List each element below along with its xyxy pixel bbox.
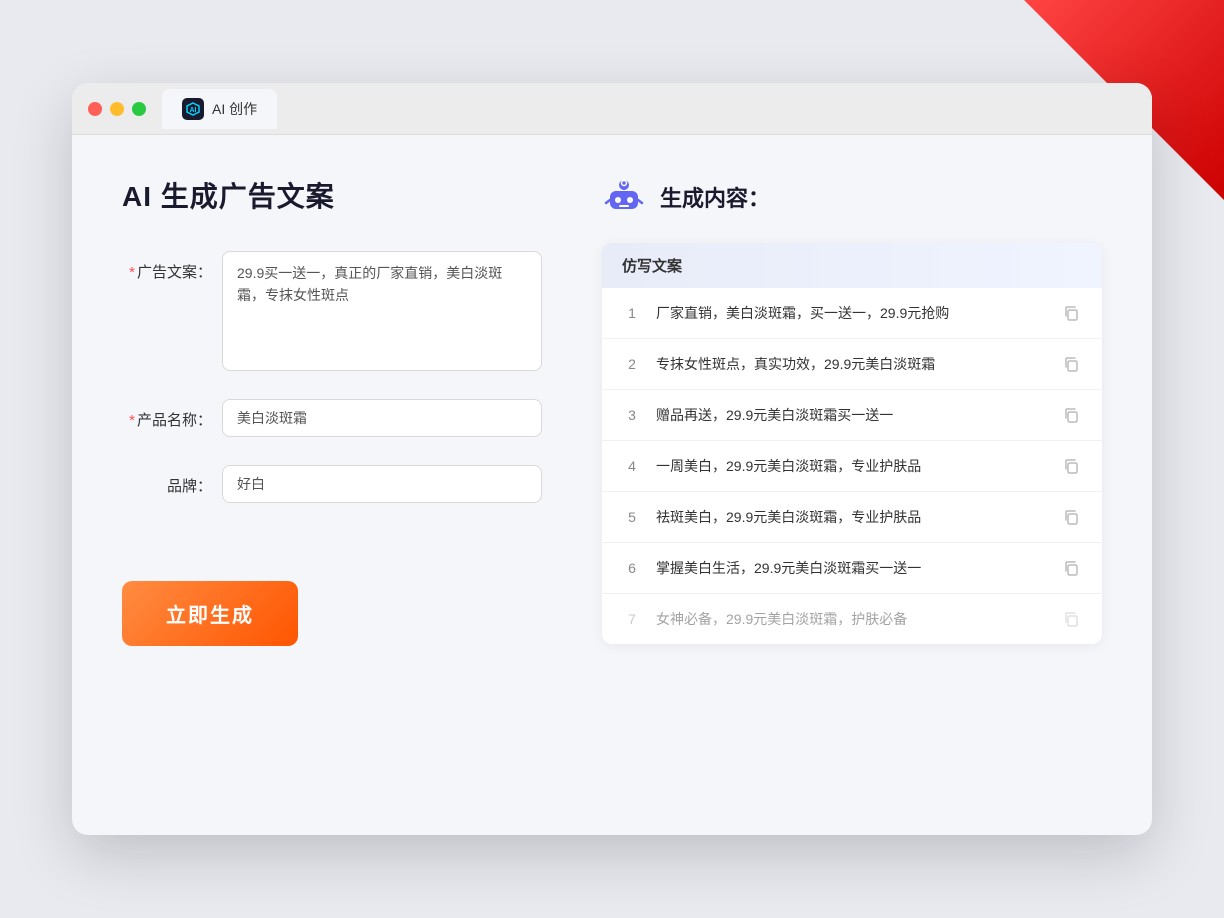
ad-copy-label: *广告文案：: [122, 251, 212, 282]
ai-creation-tab[interactable]: AI AI 创作: [162, 89, 277, 129]
row-number: 3: [622, 407, 642, 423]
tab-label: AI 创作: [212, 99, 257, 119]
row-text: 女神必备，29.9元美白淡斑霜，护肤必备: [656, 609, 1046, 630]
copy-icon[interactable]: [1060, 404, 1082, 426]
row-text: 掌握美白生活，29.9元美白淡斑霜买一送一: [656, 558, 1046, 579]
copy-icon[interactable]: [1060, 608, 1082, 630]
row-text: 专抹女性斑点，真实功效，29.9元美白淡斑霜: [656, 354, 1046, 375]
ad-copy-required: *: [129, 264, 135, 281]
result-table-header: 仿写文案: [602, 243, 1102, 288]
row-text: 祛斑美白，29.9元美白淡斑霜，专业护肤品: [656, 507, 1046, 528]
right-panel: 生成内容： 仿写文案 1 厂家直销，美白淡斑霜，买一送一，29.9元抢购 2 专…: [602, 175, 1102, 785]
copy-icon[interactable]: [1060, 506, 1082, 528]
row-number: 2: [622, 356, 642, 372]
row-number: 1: [622, 305, 642, 321]
result-row: 4 一周美白，29.9元美白淡斑霜，专业护肤品: [602, 441, 1102, 492]
close-button[interactable]: [88, 102, 102, 116]
ad-copy-group: *广告文案： 29.9买一送一，真正的厂家直销，美白淡斑霜，专抹女性斑点: [122, 251, 542, 371]
ad-copy-textarea[interactable]: 29.9买一送一，真正的厂家直销，美白淡斑霜，专抹女性斑点: [222, 251, 542, 371]
copy-icon[interactable]: [1060, 302, 1082, 324]
maximize-button[interactable]: [132, 102, 146, 116]
result-row: 1 厂家直销，美白淡斑霜，买一送一，29.9元抢购: [602, 288, 1102, 339]
svg-text:AI: AI: [190, 107, 197, 114]
product-name-label: *产品名称：: [122, 399, 212, 430]
product-name-input[interactable]: 美白淡斑霜: [222, 399, 542, 437]
brand-group: 品牌： 好白: [122, 465, 542, 503]
result-title: 生成内容：: [660, 181, 770, 213]
result-table: 仿写文案 1 厂家直销，美白淡斑霜，买一送一，29.9元抢购 2 专抹女性斑点，…: [602, 243, 1102, 644]
browser-content: AI 生成广告文案 *广告文案： 29.9买一送一，真正的厂家直销，美白淡斑霜，…: [72, 135, 1152, 835]
traffic-lights: [88, 102, 146, 116]
generate-button[interactable]: 立即生成: [122, 581, 298, 646]
result-rows-container: 1 厂家直销，美白淡斑霜，买一送一，29.9元抢购 2 专抹女性斑点，真实功效，…: [602, 288, 1102, 644]
page-title: AI 生成广告文案: [122, 175, 542, 215]
copy-icon[interactable]: [1060, 455, 1082, 477]
row-text: 赠品再送，29.9元美白淡斑霜买一送一: [656, 405, 1046, 426]
brand-input[interactable]: 好白: [222, 465, 542, 503]
left-panel: AI 生成广告文案 *广告文案： 29.9买一送一，真正的厂家直销，美白淡斑霜，…: [122, 175, 542, 785]
result-row: 6 掌握美白生活，29.9元美白淡斑霜买一送一: [602, 543, 1102, 594]
result-row: 2 专抹女性斑点，真实功效，29.9元美白淡斑霜: [602, 339, 1102, 390]
result-header: 生成内容：: [602, 175, 1102, 219]
row-text: 一周美白，29.9元美白淡斑霜，专业护肤品: [656, 456, 1046, 477]
product-name-group: *产品名称： 美白淡斑霜: [122, 399, 542, 437]
copy-icon[interactable]: [1060, 353, 1082, 375]
browser-titlebar: AI AI 创作: [72, 83, 1152, 135]
minimize-button[interactable]: [110, 102, 124, 116]
row-number: 4: [622, 458, 642, 474]
result-row: 7 女神必备，29.9元美白淡斑霜，护肤必备: [602, 594, 1102, 644]
row-text: 厂家直销，美白淡斑霜，买一送一，29.9元抢购: [656, 303, 1046, 324]
browser-window: AI AI 创作 AI 生成广告文案 *广告文案： 29.9买一送一，真正的厂家…: [72, 83, 1152, 835]
row-number: 7: [622, 611, 642, 627]
brand-label: 品牌：: [122, 465, 212, 496]
product-name-required: *: [129, 412, 135, 429]
copy-icon[interactable]: [1060, 557, 1082, 579]
robot-icon: [602, 175, 646, 219]
ai-tab-icon: AI: [182, 98, 204, 120]
row-number: 6: [622, 560, 642, 576]
result-row: 5 祛斑美白，29.9元美白淡斑霜，专业护肤品: [602, 492, 1102, 543]
result-row: 3 赠品再送，29.9元美白淡斑霜买一送一: [602, 390, 1102, 441]
row-number: 5: [622, 509, 642, 525]
